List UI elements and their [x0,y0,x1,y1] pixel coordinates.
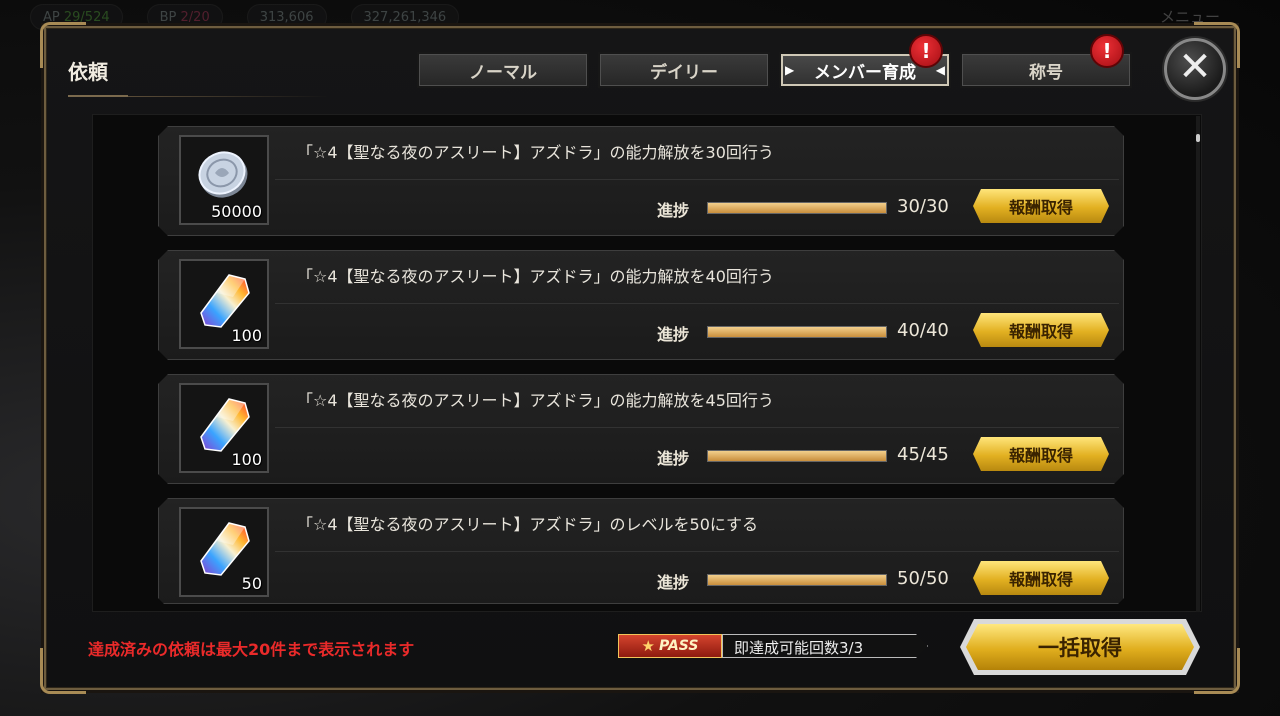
rainbow-crystal-icon [200,274,250,328]
close-icon: ✕ [1178,44,1212,90]
pass-label: PASS [658,638,699,654]
reward-slot[interactable]: 100 [179,383,269,473]
progress-fill [708,451,886,461]
progress-bar [707,202,887,214]
dialog-title: 依頼 [68,60,108,84]
tab-titles[interactable]: 称号 ! [960,34,1132,88]
tab-member-training[interactable]: ▶ メンバー育成 ◀ ! [779,34,951,88]
chevron-left-icon: ◀ [935,63,945,77]
progress-bar [707,450,887,462]
progress-label: 進捗 [657,573,690,592]
divider [275,551,1119,552]
tab-label: ノーマル [469,62,537,83]
divider [275,303,1119,304]
progress-label: 進捗 [657,201,690,220]
scrollbar[interactable] [1196,116,1200,612]
alert-icon: ! [909,34,943,68]
divider [275,179,1119,180]
claim-reward-button[interactable]: 報酬取得 [973,561,1109,595]
instant-complete-count: 即達成可能回数3/3 [734,639,864,657]
quest-row: 50000 「☆4【聖なる夜のアスリート】アズドラ」の能力解放を30回行う 進捗… [158,126,1124,236]
tab-normal[interactable]: ノーマル [417,52,589,88]
alert-icon: ! [1090,34,1124,68]
quest-row: 100 「☆4【聖なる夜のアスリート】アズドラ」の能力解放を45回行う 進捗 4… [158,374,1124,484]
progress-fill [708,575,886,585]
reward-quantity: 100 [231,450,262,469]
progress-count: 50/50 [897,568,949,589]
divider [275,427,1119,428]
claim-reward-button[interactable]: 報酬取得 [973,437,1109,471]
reward-slot[interactable]: 50000 [179,135,269,225]
quest-description: 「☆4【聖なる夜のアスリート】アズドラ」の能力解放を40回行う [297,267,774,286]
progress-fill [708,327,886,337]
title-ornament [68,92,328,100]
tab-label: メンバー育成 [814,62,916,83]
reward-quantity: 100 [231,326,262,345]
frame-corner-ornament [40,648,86,694]
quest-description: 「☆4【聖なる夜のアスリート】アズドラ」の能力解放を45回行う [297,391,774,410]
quest-description: 「☆4【聖なる夜のアスリート】アズドラ」の能力解放を30回行う [297,143,774,162]
reward-quantity: 50 [241,574,262,593]
progress-label: 進捗 [657,449,690,468]
quest-row: 50 「☆4【聖なる夜のアスリート】アズドラ」のレベルを50にする 進捗 50/… [158,498,1124,604]
tab-daily[interactable]: デイリー [598,52,770,88]
progress-count: 30/30 [897,196,949,217]
progress-bar [707,574,887,586]
progress-count: 45/45 [897,444,949,465]
reward-quantity: 50000 [211,202,262,221]
rainbow-crystal-icon [200,522,250,576]
tab-bar: ノーマル デイリー ▶ メンバー育成 ◀ ! 称号 ! [417,34,1132,88]
progress-count: 40/40 [897,320,949,341]
progress-fill [708,203,886,213]
scroll-thumb[interactable] [1196,134,1200,142]
claim-all-button[interactable]: 一括取得 [966,624,1194,670]
star-icon: ★ [641,637,655,655]
frame-corner-ornament [1194,648,1240,694]
chevron-right-icon: ▶ [785,63,795,77]
progress-label: 進捗 [657,325,690,344]
tab-label: 称号 [1029,62,1063,83]
pass-badge: ★ PASS [618,634,722,658]
request-dialog: 依頼 ノーマル デイリー ▶ メンバー育成 ◀ ! 称号 ! ✕ ♞ ↻ [40,22,1240,694]
display-limit-notice: 達成済みの依頼は最大20件まで表示されます [88,640,415,659]
quest-description: 「☆4【聖なる夜のアスリート】アズドラ」のレベルを50にする [297,515,759,534]
rainbow-crystal-icon [200,398,250,452]
reward-slot[interactable]: 100 [179,259,269,349]
progress-bar [707,326,887,338]
quest-row: 100 「☆4【聖なる夜のアスリート】アズドラ」の能力解放を40回行う 進捗 4… [158,250,1124,360]
claim-reward-button[interactable]: 報酬取得 [973,189,1109,223]
coin-icon [198,151,248,198]
reward-slot[interactable]: 50 [179,507,269,597]
tab-label: デイリー [650,62,718,83]
claim-reward-button[interactable]: 報酬取得 [973,313,1109,347]
close-button[interactable]: ✕ [1164,38,1226,100]
